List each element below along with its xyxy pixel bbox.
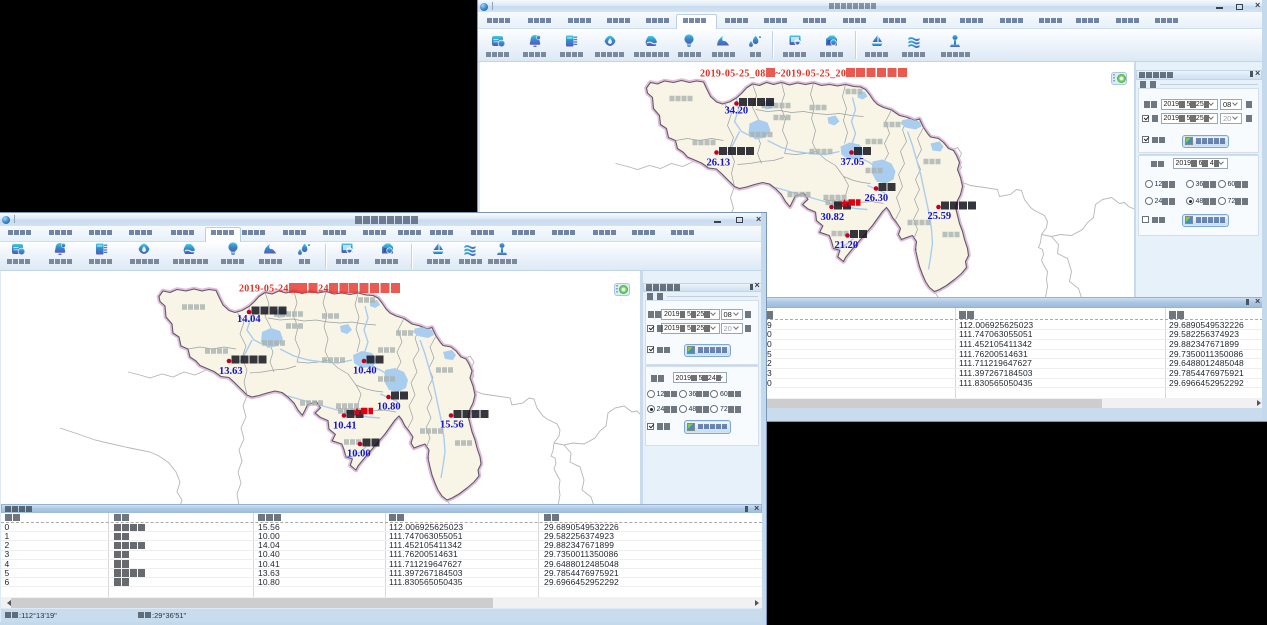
svg-text:10.40: 10.40	[353, 366, 377, 377]
svg-text:21.20: 21.20	[834, 240, 858, 251]
svg-text:13.63: 13.63	[219, 366, 243, 377]
svg-text:14.04: 14.04	[237, 314, 261, 325]
svg-text:10.00: 10.00	[347, 449, 371, 460]
svg-text:26.30: 26.30	[864, 193, 888, 204]
svg-text:37.05: 37.05	[840, 157, 864, 168]
svg-text:25.59: 25.59	[927, 211, 951, 222]
svg-text:15.56: 15.56	[440, 420, 464, 431]
svg-text:34.20: 34.20	[724, 105, 748, 116]
svg-text:10.80: 10.80	[377, 402, 401, 413]
svg-text:26.13: 26.13	[706, 157, 730, 168]
svg-text:10.41: 10.41	[333, 421, 357, 432]
svg-text:30.82: 30.82	[820, 212, 844, 223]
